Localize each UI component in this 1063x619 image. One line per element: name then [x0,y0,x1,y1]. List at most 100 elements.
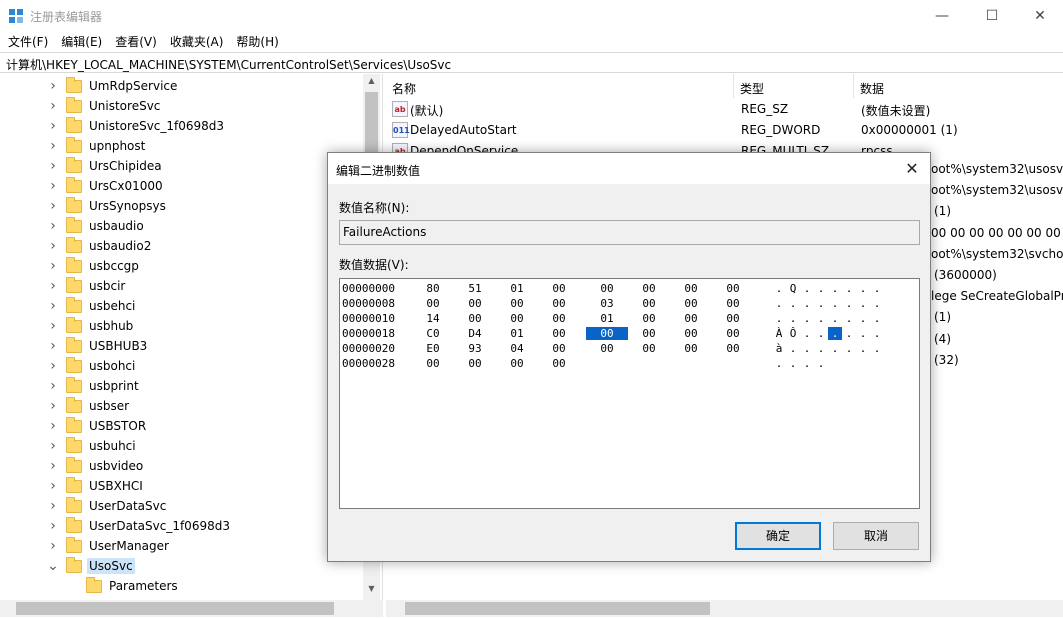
chevron-right-icon[interactable]: › [46,298,60,314]
chevron-right-icon[interactable]: › [46,238,60,254]
hex-byte[interactable]: 00 [712,342,754,355]
chevron-right-icon[interactable]: › [46,398,60,414]
maximize-button[interactable]: ☐ [968,0,1016,31]
hex-ascii-char[interactable]: . [870,297,884,310]
list-item[interactable]: ab (默认) REG_SZ (数值未设置) [386,99,1063,120]
tree-item[interactable]: › UrsChipidea [46,156,164,176]
hex-byte[interactable]: 80 [412,282,454,295]
tree-item[interactable]: › usbccgp [46,256,141,276]
hex-ascii-char[interactable]: . [772,312,786,325]
ok-button[interactable]: 确定 [735,522,821,550]
scroll-up-arrow-icon[interactable]: ▲ [363,76,380,90]
hex-ascii-char[interactable]: . [772,297,786,310]
tree-item[interactable]: › USBSTOR [46,416,148,436]
hex-row[interactable]: 00000010 14 00 00 00 01 00 00 00........ [340,312,919,327]
tree-item[interactable]: › UrsSynopsys [46,196,168,216]
chevron-right-icon[interactable]: › [46,378,60,394]
hex-ascii-char[interactable]: . [870,282,884,295]
tree-item[interactable]: › usbaudio2 [46,236,153,256]
dialog-close-icon[interactable]: ✕ [900,157,924,181]
hex-byte[interactable]: 00 [412,357,454,370]
chevron-right-icon[interactable]: › [46,538,60,554]
scroll-down-arrow-icon[interactable]: ▼ [363,584,380,598]
menu-help[interactable]: 帮助(H) [236,31,285,51]
hex-row[interactable]: 00000018 C0 D4 01 00 00 00 00 00 À Ô...... [340,327,919,342]
chevron-right-icon[interactable]: › [46,418,60,434]
hex-ascii-char[interactable]: Q [786,282,800,295]
tree-item[interactable]: › usbohci [46,356,137,376]
hex-ascii-char[interactable]: . [828,342,842,355]
chevron-right-icon[interactable]: › [46,518,60,534]
list-horizontal-scroll-thumb[interactable] [405,602,710,615]
chevron-right-icon[interactable]: › [46,498,60,514]
hex-row[interactable]: 00000008 00 00 00 00 03 00 00 00........ [340,297,919,312]
chevron-right-icon[interactable]: › [46,358,60,374]
cancel-button[interactable]: 取消 [833,522,919,550]
hex-byte[interactable]: 00 [454,357,496,370]
hex-row[interactable]: 00000020 E0 93 04 00 00 00 00 00 à....... [340,342,919,357]
column-header-type[interactable]: 类型 [734,74,854,98]
tree-item[interactable]: › usbser [46,396,131,416]
key-tree[interactable]: › UmRdpService › UnistoreSvc › UnistoreSvc_1f… [0,74,383,600]
tree-item[interactable]: › usbprint [46,376,141,396]
hex-ascii-char[interactable]: . [842,282,856,295]
tree-item[interactable]: › upnphost [46,136,147,156]
hex-byte[interactable]: 00 [670,327,712,340]
chevron-down-icon[interactable]: ⌄ [46,558,60,574]
chevron-right-icon[interactable]: › [46,138,60,154]
hex-ascii-char[interactable]: . [814,297,828,310]
hex-ascii-char[interactable]: . [856,342,870,355]
column-header-data[interactable]: 数据 [854,74,1063,98]
menu-favorites[interactable]: 收藏夹(A) [170,31,231,51]
hex-ascii-char[interactable]: . [786,342,800,355]
hex-byte[interactable]: 00 [496,357,538,370]
column-header-name[interactable]: 名称 [386,74,734,98]
tree-item[interactable]: › usbehci [46,296,137,316]
hex-byte[interactable]: 00 [412,297,454,310]
hex-byte[interactable]: 00 [670,282,712,295]
hex-byte[interactable]: 03 [586,297,628,310]
list-item[interactable]: 011 DelayedAutoStart REG_DWORD 0x00000001 (… [386,120,1063,141]
hex-byte[interactable]: 93 [454,342,496,355]
minimize-button[interactable]: — [918,0,966,31]
hex-byte[interactable]: 00 [628,297,670,310]
hex-byte[interactable]: 00 [538,312,580,325]
hex-byte[interactable]: 00 [454,297,496,310]
hex-ascii-char[interactable]: . [786,312,800,325]
chevron-right-icon[interactable]: › [46,258,60,274]
hex-ascii-char[interactable]: . [814,282,828,295]
menu-view[interactable]: 查看(V) [115,31,164,51]
chevron-right-icon[interactable]: › [46,318,60,334]
hex-ascii-char[interactable]: . [800,312,814,325]
hex-byte[interactable]: 51 [454,282,496,295]
hex-byte[interactable]: 00 [712,327,754,340]
hex-byte[interactable]: 00 [712,297,754,310]
tree-item[interactable]: › UmRdpService [46,76,179,96]
hex-ascii-char[interactable]: . [772,282,786,295]
chevron-right-icon[interactable]: › [46,458,60,474]
hex-byte[interactable]: 00 [628,282,670,295]
hex-ascii-char[interactable]: . [786,297,800,310]
hex-ascii-char[interactable]: . [800,297,814,310]
hex-ascii-char[interactable]: À [772,327,786,340]
hex-byte[interactable]: 00 [670,297,712,310]
hex-ascii-char[interactable]: . [842,342,856,355]
hex-byte[interactable]: 01 [496,327,538,340]
hex-byte[interactable]: D4 [454,327,496,340]
tree-item[interactable]: ⌄ UsoSvc [46,556,135,576]
tree-item[interactable]: › USBXHCI [46,476,145,496]
tree-item[interactable]: › UserDataSvc [46,496,168,516]
hex-byte[interactable]: 01 [496,282,538,295]
hex-ascii-char[interactable]: . [814,312,828,325]
chevron-right-icon[interactable]: › [46,178,60,194]
hex-byte[interactable]: 00 [454,312,496,325]
hex-ascii-char[interactable]: . [856,312,870,325]
chevron-right-icon[interactable]: › [46,118,60,134]
menu-file[interactable]: 文件(F) [8,31,55,51]
hex-byte[interactable]: 01 [586,312,628,325]
hex-ascii-char[interactable]: . [786,357,800,370]
hex-ascii-char[interactable]: . [800,342,814,355]
menu-edit[interactable]: 编辑(E) [61,31,109,51]
tree-item[interactable]: › UrsCx01000 [46,176,165,196]
address-bar[interactable]: 计算机\HKEY_LOCAL_MACHINE\SYSTEM\CurrentCon… [0,52,1063,73]
